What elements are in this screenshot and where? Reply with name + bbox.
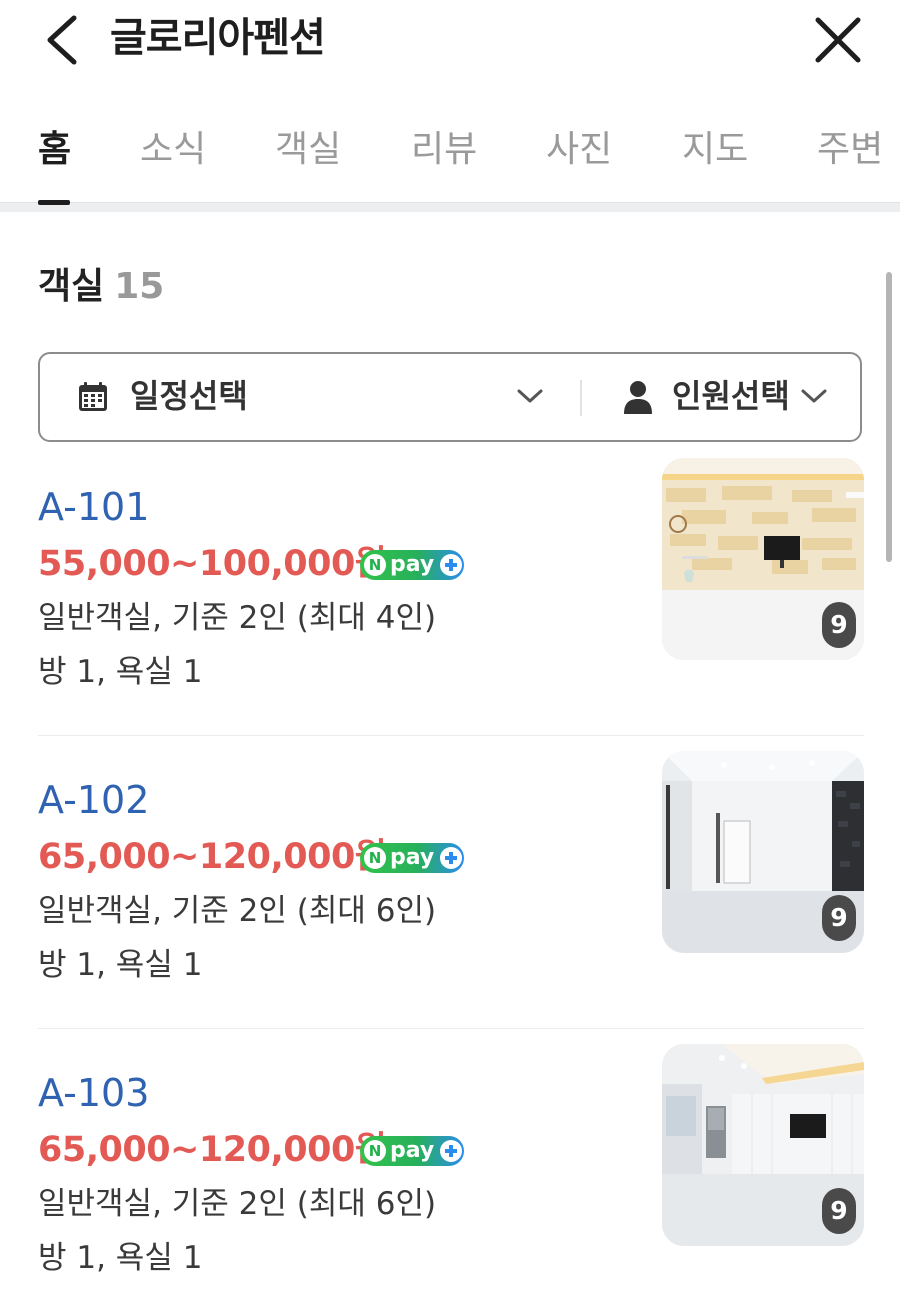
npay-badge: N pay [360,1136,464,1166]
room-description: 일반객실, 기준 2인 (최대 6인) [38,1186,437,1222]
room-card[interactable]: A-102 65,000~120,000원 N pay 일반객실, 기준 2인 … [38,751,864,1065]
section-title: 객실 [38,266,105,307]
photo-count-badge: 9 [822,602,856,648]
room-count: 15 [114,266,165,307]
tab-photos[interactable]: 사진 [546,128,612,172]
room-card[interactable]: A-101 55,000~100,000원 N pay 일반객실, 기준 2인 … [38,458,864,772]
tab-map[interactable]: 지도 [682,128,748,172]
tab-news[interactable]: 소식 [140,128,206,172]
room-layout-info: 방 1, 욕실 1 [38,947,203,983]
room-thumbnail[interactable]: 9 [662,751,864,953]
tab-home[interactable]: 홈 [38,128,71,172]
plus-icon [440,847,462,869]
plus-icon [440,1140,462,1162]
filter-bar: 일정선택 인원선택 [38,352,862,442]
room-price: 55,000~100,000원 [38,544,387,584]
npay-badge: N pay [360,550,464,580]
room-card[interactable]: A-103 65,000~120,000원 N pay 일반객실, 기준 2인 … [38,1044,864,1312]
room-layout-info: 방 1, 욕실 1 [38,1240,203,1276]
photo-count-badge: 9 [822,1188,856,1234]
date-select-button[interactable]: 일정선택 [40,354,580,440]
npay-label: pay [390,1138,435,1163]
close-icon[interactable] [812,14,864,66]
room-name[interactable]: A-103 [38,1068,149,1118]
active-tab-indicator [38,200,70,205]
date-select-label: 일정선택 [130,377,248,415]
npay-badge: N pay [360,843,464,873]
tab-reviews[interactable]: 리뷰 [411,128,477,172]
room-name[interactable]: A-102 [38,775,149,825]
chevron-down-icon [801,389,827,403]
room-thumbnail[interactable]: 9 [662,458,864,660]
tab-bar: 홈 소식 객실 리뷰 사진 지도 주변 [0,106,900,206]
npay-n-icon: N [364,847,386,869]
scrollbar[interactable] [886,272,892,562]
room-description: 일반객실, 기준 2인 (최대 6인) [38,893,437,929]
room-price: 65,000~120,000원 [38,1130,387,1170]
tab-nearby[interactable]: 주변 [817,128,883,172]
npay-n-icon: N [364,554,386,576]
tab-rooms[interactable]: 객실 [275,128,341,172]
room-thumbnail[interactable]: 9 [662,1044,864,1246]
plus-icon [440,554,462,576]
page-title: 글로리아펜션 [110,15,326,61]
section-heading: 객실 15 [38,264,164,310]
room-price: 65,000~120,000원 [38,837,387,877]
room-layout-info: 방 1, 욕실 1 [38,654,203,690]
calendar-icon [79,382,107,411]
npay-label: pay [390,845,435,870]
people-select-label: 인원선택 [672,377,790,415]
app-header: 글로리아펜션 [0,0,900,84]
chevron-down-icon [517,389,543,403]
tab-divider [0,202,900,212]
npay-n-icon: N [364,1140,386,1162]
room-divider [38,1028,864,1029]
chevron-left-icon[interactable] [40,12,84,68]
npay-label: pay [390,552,435,577]
room-divider [38,735,864,736]
room-description: 일반객실, 기준 2인 (최대 4인) [38,600,437,636]
people-select-button[interactable]: 인원선택 [582,354,862,440]
person-icon [624,381,652,414]
room-name[interactable]: A-101 [38,482,149,532]
photo-count-badge: 9 [822,895,856,941]
